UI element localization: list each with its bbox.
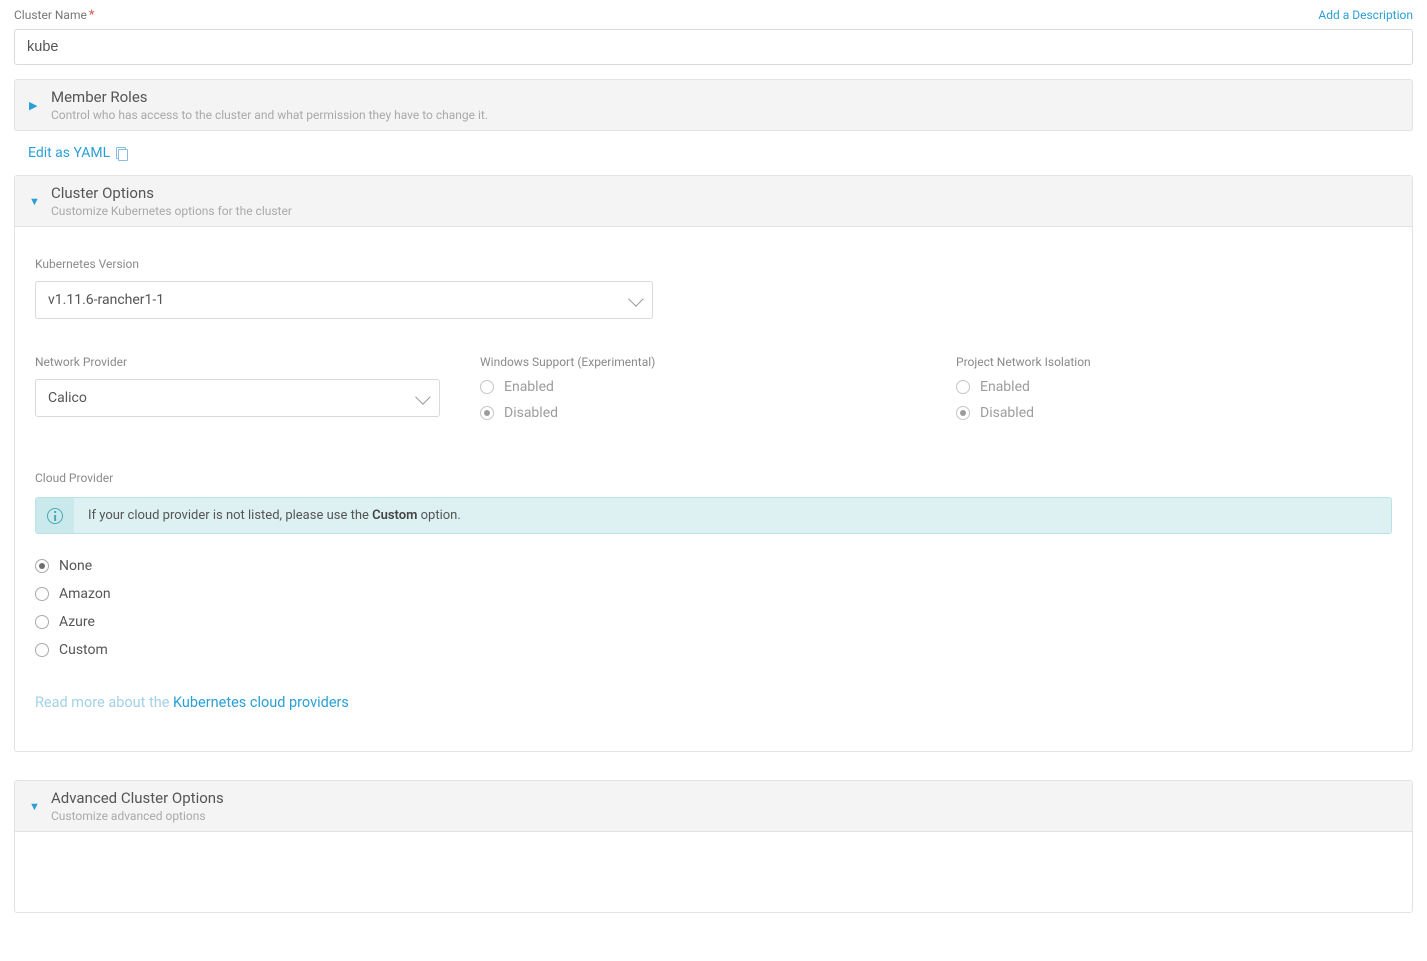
k8s-version-select[interactable]: v1.11.6-rancher1-1 xyxy=(35,281,653,319)
radio-icon xyxy=(480,380,494,394)
radio-icon xyxy=(35,643,49,657)
radio-icon xyxy=(35,559,49,573)
cloud-provider-info: If your cloud provider is not listed, pl… xyxy=(35,497,1392,534)
radio-icon xyxy=(35,615,49,629)
cluster-options-panel[interactable]: ▼ Cluster Options Customize Kubernetes o… xyxy=(15,176,1412,227)
clipboard-icon xyxy=(116,147,127,160)
chevron-right-icon: ▶ xyxy=(29,99,39,112)
member-roles-title: Member Roles xyxy=(51,88,488,106)
network-provider-label: Network Provider xyxy=(35,355,440,369)
add-description-link[interactable]: Add a Description xyxy=(1318,8,1413,22)
project-isolation-enabled: Enabled xyxy=(956,379,1392,395)
network-provider-select[interactable]: Calico xyxy=(35,379,440,417)
k8s-version-label: Kubernetes Version xyxy=(35,257,653,271)
info-icon xyxy=(47,508,63,524)
radio-label: Amazon xyxy=(59,586,111,602)
cloud-provider-amazon[interactable]: Amazon xyxy=(35,586,1392,602)
read-more-prefix: Read more about the xyxy=(35,694,173,711)
windows-support-disabled: Disabled xyxy=(480,405,916,421)
advanced-options-panel[interactable]: ▼ Advanced Cluster Options Customize adv… xyxy=(15,781,1412,832)
advanced-options-subtitle: Customize advanced options xyxy=(51,809,224,823)
radio-icon xyxy=(956,380,970,394)
radio-label: Disabled xyxy=(980,405,1034,421)
edit-as-yaml-label: Edit as YAML xyxy=(28,145,110,161)
required-indicator: * xyxy=(89,8,95,23)
network-provider-value: Calico xyxy=(48,390,87,406)
radio-label: Custom xyxy=(59,642,108,658)
radio-icon xyxy=(956,406,970,420)
radio-icon xyxy=(480,406,494,420)
cloud-provider-custom[interactable]: Custom xyxy=(35,642,1392,658)
advanced-options-body xyxy=(15,832,1412,912)
info-text-prefix: If your cloud provider is not listed, pl… xyxy=(88,508,372,523)
chevron-down-icon: ▼ xyxy=(29,195,39,208)
radio-label: None xyxy=(59,558,92,574)
member-roles-subtitle: Control who has access to the cluster an… xyxy=(51,108,488,122)
windows-support-enabled: Enabled xyxy=(480,379,916,395)
radio-icon xyxy=(35,587,49,601)
windows-support-label: Windows Support (Experimental) xyxy=(480,355,916,369)
cluster-name-input[interactable] xyxy=(14,29,1413,65)
radio-label: Enabled xyxy=(504,379,554,395)
cloud-provider-azure[interactable]: Azure xyxy=(35,614,1392,630)
cloud-provider-none[interactable]: None xyxy=(35,558,1392,574)
cluster-name-label: Cluster Name xyxy=(14,8,87,22)
radio-label: Disabled xyxy=(504,405,558,421)
radio-label: Enabled xyxy=(980,379,1030,395)
chevron-down-icon xyxy=(415,389,431,405)
project-isolation-label: Project Network Isolation xyxy=(956,355,1392,369)
project-isolation-disabled: Disabled xyxy=(956,405,1392,421)
read-more-link[interactable]: Kubernetes cloud providers xyxy=(173,694,349,711)
advanced-options-title: Advanced Cluster Options xyxy=(51,789,224,807)
radio-label: Azure xyxy=(59,614,95,630)
k8s-version-value: v1.11.6-rancher1-1 xyxy=(48,292,164,308)
chevron-down-icon xyxy=(628,291,644,307)
member-roles-panel[interactable]: ▶ Member Roles Control who has access to… xyxy=(14,79,1413,131)
cloud-provider-label: Cloud Provider xyxy=(35,471,1392,485)
chevron-down-icon: ▼ xyxy=(29,800,39,813)
info-text-suffix: option. xyxy=(417,508,460,523)
info-text-bold: Custom xyxy=(372,508,417,523)
edit-as-yaml-link[interactable]: Edit as YAML xyxy=(28,145,127,161)
cluster-options-title: Cluster Options xyxy=(51,184,292,202)
cluster-options-subtitle: Customize Kubernetes options for the clu… xyxy=(51,204,292,218)
